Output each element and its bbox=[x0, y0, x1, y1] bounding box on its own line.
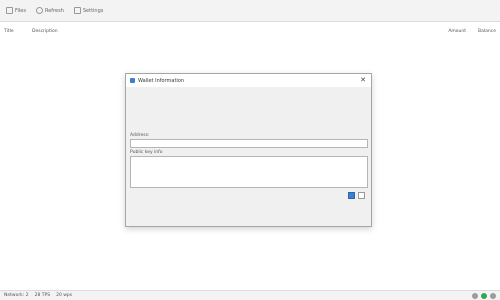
property-row bbox=[130, 126, 190, 132]
status-bar: Network: 2 28 TPS 20 wps bbox=[0, 290, 500, 300]
toolbar-files-label: Files bbox=[15, 7, 26, 14]
dialog-title-bar: Wallet Information ✕ bbox=[126, 74, 371, 87]
property-row bbox=[130, 112, 190, 118]
refresh-icon bbox=[35, 7, 43, 14]
copy-button[interactable] bbox=[348, 192, 355, 199]
property-row bbox=[130, 105, 190, 111]
sync-icon[interactable] bbox=[472, 292, 478, 299]
wallet-info-dialog: Wallet Information ✕ Address: Public key… bbox=[125, 73, 372, 227]
dialog-title: Wallet Information bbox=[138, 77, 185, 84]
property-row bbox=[130, 119, 190, 125]
close-icon[interactable]: ✕ bbox=[360, 76, 366, 85]
dialog-buttons bbox=[348, 192, 365, 199]
toolbar-refresh-button[interactable]: Refresh bbox=[34, 4, 66, 18]
toolbar-settings-label: Settings bbox=[82, 7, 104, 14]
document-icon bbox=[6, 7, 13, 14]
column-description[interactable]: Description bbox=[32, 29, 434, 34]
toolbar-refresh-label: Refresh bbox=[44, 7, 64, 14]
address-field[interactable] bbox=[130, 139, 368, 148]
column-title[interactable]: Title bbox=[4, 29, 32, 34]
column-amount[interactable]: Amount bbox=[434, 29, 466, 34]
status-tps: 28 TPS bbox=[34, 293, 51, 298]
table-column-header: Title Description Amount Balance bbox=[0, 27, 500, 35]
app-icon bbox=[130, 78, 135, 83]
settings-icon bbox=[73, 7, 81, 14]
toolbar-files-button[interactable]: Files bbox=[4, 4, 28, 18]
connection-icon[interactable] bbox=[481, 292, 487, 299]
public-key-textbox[interactable] bbox=[130, 156, 368, 188]
status-wps: 20 wps bbox=[56, 293, 73, 298]
address-label: Address: bbox=[130, 133, 150, 138]
lock-icon[interactable] bbox=[490, 292, 496, 299]
property-row bbox=[130, 98, 190, 104]
ok-button[interactable] bbox=[358, 192, 365, 199]
toolbar-settings-button[interactable]: Settings bbox=[72, 4, 106, 18]
status-network: Network: 2 bbox=[4, 293, 29, 298]
top-toolbar: Files Refresh Settings bbox=[0, 0, 500, 22]
status-icons bbox=[472, 292, 496, 299]
public-key-label: Public key info bbox=[130, 150, 163, 155]
property-row bbox=[130, 91, 190, 97]
column-balance[interactable]: Balance bbox=[466, 29, 496, 34]
